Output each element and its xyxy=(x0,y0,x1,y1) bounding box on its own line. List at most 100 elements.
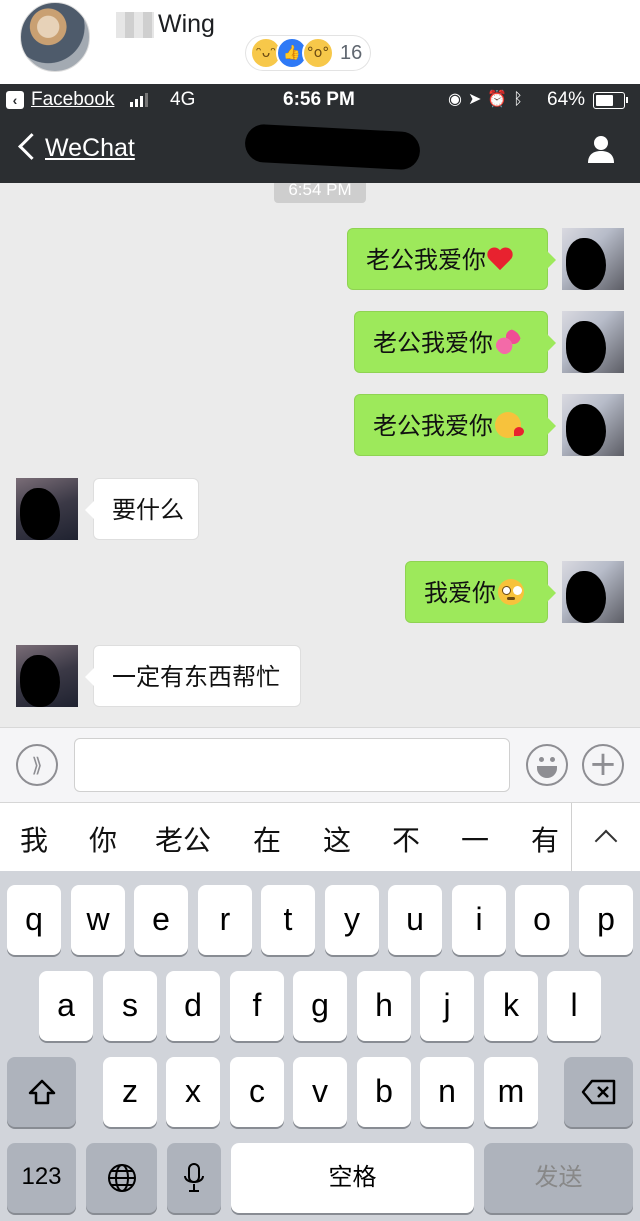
key[interactable]: t xyxy=(261,885,315,955)
key[interactable]: g xyxy=(293,971,347,1041)
reactions-summary[interactable]: ᵔᴗᵔ 👍 °o° 16 xyxy=(246,36,371,70)
candidate-word[interactable]: 在 xyxy=(253,819,281,859)
back-button[interactable]: WeChat xyxy=(16,126,135,163)
bluetooth-icon: ᛒ xyxy=(513,89,529,108)
signal-strength-icon xyxy=(130,93,148,107)
candidate-word[interactable]: 这 xyxy=(323,819,351,859)
key[interactable]: q xyxy=(7,885,61,955)
red-heart-emoji-icon xyxy=(488,246,514,272)
keyboard: q w e r t y u i o p a s d f g h j k l z … xyxy=(0,871,640,1221)
key[interactable]: y xyxy=(325,885,379,955)
my-avatar[interactable] xyxy=(562,311,624,373)
microphone-icon[interactable] xyxy=(167,1143,221,1213)
status-bar: ‹ Facebook 4G 6:56 PM ◉➤⏰ᛒ 64% xyxy=(0,84,640,116)
candidate-word[interactable]: 我 xyxy=(20,819,48,859)
chevron-up-icon[interactable] xyxy=(571,803,640,871)
network-type: 4G xyxy=(170,89,196,110)
space-key[interactable]: 空格 xyxy=(231,1143,474,1213)
backspace-key[interactable] xyxy=(564,1057,633,1127)
key[interactable]: h xyxy=(357,971,411,1041)
candidate-word[interactable]: 不 xyxy=(392,819,420,859)
key[interactable]: s xyxy=(103,971,157,1041)
message-text: 老公我爱你 xyxy=(366,246,486,274)
emoji-smiley-icon[interactable] xyxy=(526,744,568,786)
candidate-word[interactable]: 一 xyxy=(461,819,489,859)
battery-fill xyxy=(596,95,613,106)
message-text: 老公我爱你 xyxy=(373,329,493,357)
key[interactable]: v xyxy=(293,1057,347,1127)
face-blowing-kiss-emoji-icon xyxy=(495,412,524,438)
candidate-word[interactable]: 老公 xyxy=(155,819,211,859)
author-name[interactable]: Wing xyxy=(158,10,215,39)
key[interactable]: m xyxy=(484,1057,538,1127)
chevron-left-icon xyxy=(18,133,45,160)
key[interactable]: u xyxy=(388,885,442,955)
globe-icon[interactable] xyxy=(86,1143,157,1213)
key[interactable]: l xyxy=(547,971,601,1041)
chat-timestamp: 6:54 PM xyxy=(274,183,366,203)
key[interactable]: p xyxy=(579,885,633,955)
author-avatar[interactable] xyxy=(20,2,90,72)
key[interactable]: a xyxy=(39,971,93,1041)
key[interactable]: w xyxy=(71,885,125,955)
received-message-bubble[interactable]: 一定有东西帮忙 xyxy=(85,645,301,707)
key[interactable]: n xyxy=(420,1057,474,1127)
chat-area[interactable]: 6:54 PM 老公我爱你 老公我爱你 老公我爱你 要什么 我爱你 一定有东西帮… xyxy=(0,183,640,727)
back-to-app-icon[interactable]: ‹ xyxy=(6,91,24,109)
candidate-word[interactable]: 你 xyxy=(89,819,117,859)
contact-avatar[interactable] xyxy=(16,645,78,707)
facebook-post-header: Wing ᵔᴗᵔ 👍 °o° 16 xyxy=(0,0,640,84)
key[interactable]: x xyxy=(166,1057,220,1127)
sent-message-bubble[interactable]: 我爱你 xyxy=(405,561,556,623)
message-text: 我爱你 xyxy=(424,579,496,607)
reaction-count: 16 xyxy=(340,41,363,64)
send-key[interactable]: 发送 xyxy=(484,1143,633,1213)
backspace-icon xyxy=(581,1079,615,1105)
alarm-icon: ⏰ xyxy=(487,89,514,108)
key[interactable]: b xyxy=(357,1057,411,1127)
wow-emoji-icon: °o° xyxy=(302,37,334,69)
key[interactable]: o xyxy=(515,885,569,955)
key[interactable]: z xyxy=(103,1057,157,1127)
received-message-bubble[interactable]: 要什么 xyxy=(85,478,199,540)
key[interactable]: i xyxy=(452,885,506,955)
shift-arrow-icon xyxy=(28,1079,55,1105)
battery-tip xyxy=(626,97,628,103)
wechat-nav-bar: WeChat xyxy=(0,116,640,183)
message-input-bar: ⟫ + xyxy=(0,727,640,803)
key[interactable]: d xyxy=(166,971,220,1041)
message-text: 要什么 xyxy=(112,496,184,524)
key[interactable]: c xyxy=(230,1057,284,1127)
key[interactable]: f xyxy=(230,971,284,1041)
contact-avatar[interactable] xyxy=(16,478,78,540)
back-label: WeChat xyxy=(45,134,135,162)
key[interactable]: e xyxy=(134,885,188,955)
my-avatar[interactable] xyxy=(562,228,624,290)
lock-rotation-icon: ◉ xyxy=(448,89,468,108)
candidate-word[interactable]: 有 xyxy=(531,819,559,859)
key[interactable]: j xyxy=(420,971,474,1041)
message-input[interactable] xyxy=(74,738,510,792)
blurred-name-part xyxy=(116,12,154,38)
back-to-app-label[interactable]: Facebook xyxy=(31,89,114,111)
key[interactable]: r xyxy=(198,885,252,955)
plus-icon[interactable]: + xyxy=(582,744,624,786)
sent-message-bubble[interactable]: 老公我爱你 xyxy=(347,228,556,290)
my-avatar[interactable] xyxy=(562,561,624,623)
two-hearts-emoji-icon xyxy=(495,329,521,355)
numbers-key[interactable]: 123 xyxy=(7,1143,76,1213)
ime-candidate-bar: 我 你 老公 在 这 不 一 有 xyxy=(0,802,640,872)
key[interactable]: k xyxy=(484,971,538,1041)
person-icon[interactable] xyxy=(586,134,616,164)
shift-key[interactable] xyxy=(7,1057,76,1127)
battery-icon xyxy=(593,92,625,109)
sent-message-bubble[interactable]: 老公我爱你 xyxy=(354,394,556,456)
clock: 6:56 PM xyxy=(283,89,355,110)
voice-icon[interactable]: ⟫ xyxy=(16,744,58,786)
status-icons: ◉➤⏰ᛒ xyxy=(448,89,529,108)
redacted-chat-title xyxy=(244,123,421,171)
sent-message-bubble[interactable]: 老公我爱你 xyxy=(354,311,556,373)
message-text: 老公我爱你 xyxy=(373,412,493,440)
flushed-face-emoji-icon xyxy=(498,579,524,605)
my-avatar[interactable] xyxy=(562,394,624,456)
